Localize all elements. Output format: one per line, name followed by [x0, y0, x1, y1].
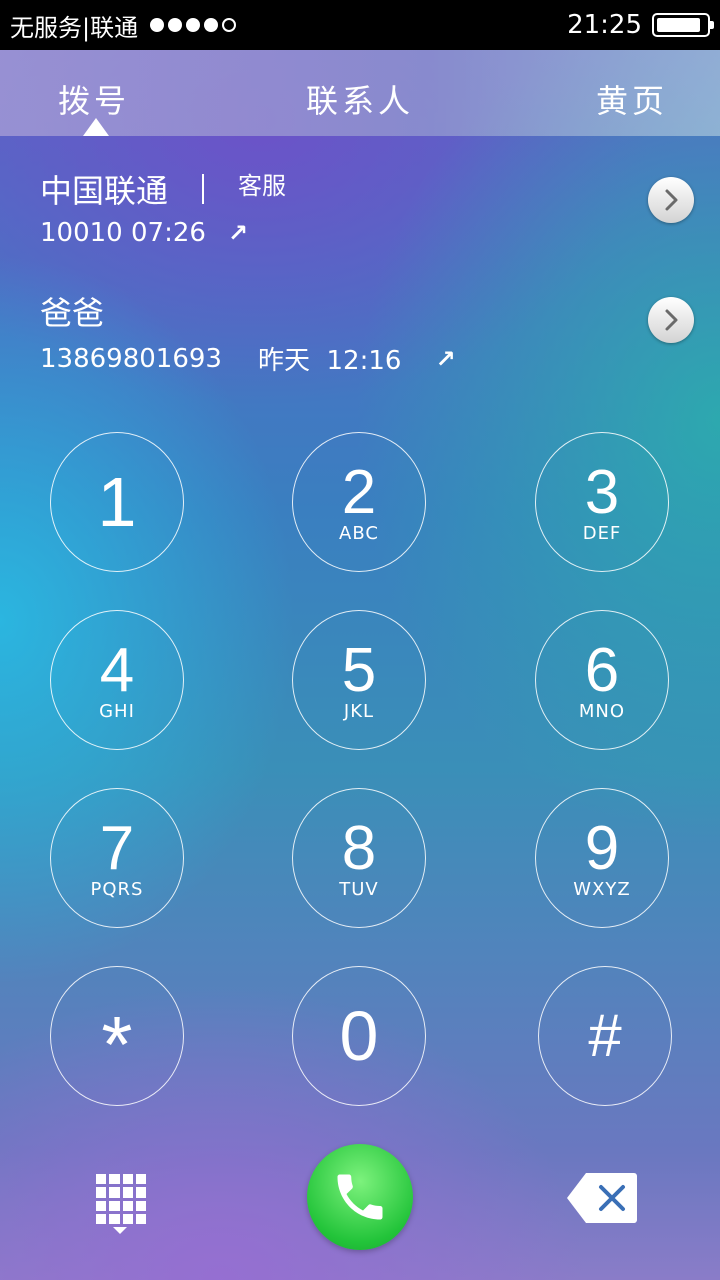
key-digit: 3	[584, 457, 620, 527]
recent-call-item[interactable]: 爸爸 13869801693 昨天 12:16 ↗	[40, 288, 700, 377]
tab-yellow-pages[interactable]: 黄页	[596, 76, 668, 122]
key-letters: DEF	[582, 522, 622, 544]
key-9[interactable]: 9 WXYZ	[535, 788, 669, 928]
key-letters: JKL	[343, 700, 375, 722]
keypad-grid-icon	[96, 1174, 146, 1224]
key-digit: #	[588, 1002, 622, 1069]
clock: 21:25	[567, 10, 642, 40]
signal-dot-icon	[168, 18, 183, 32]
recent-call-number: 10010	[40, 218, 123, 248]
key-0[interactable]: 0	[292, 966, 426, 1106]
status-bar: 无服务|联通 21:25	[0, 0, 720, 50]
key-digit: 5	[341, 635, 377, 705]
active-tab-indicator-icon	[83, 118, 109, 136]
key-digit: 9	[584, 813, 620, 883]
phone-call-icon	[337, 1174, 383, 1220]
key-letters: WXYZ	[573, 878, 631, 900]
key-3[interactable]: 3 DEF	[535, 432, 669, 572]
tab-dialer[interactable]: 拨号	[58, 76, 130, 122]
carrier-label: 无服务|联通	[10, 13, 139, 42]
key-5[interactable]: 5 JKL	[292, 610, 426, 750]
key-letters: MNO	[578, 700, 626, 722]
signal-dot-icon	[186, 18, 201, 32]
backspace-icon	[567, 1173, 637, 1223]
key-letters: TUV	[339, 878, 379, 900]
key-digit: 7	[99, 813, 135, 883]
status-left: 无服务|联通	[10, 8, 237, 43]
outgoing-arrow-icon: ↗	[435, 344, 456, 373]
key-digit: 2	[341, 457, 377, 527]
recent-call-name: 爸爸	[40, 294, 105, 332]
recent-call-item[interactable]: 中国联通 客服 10010 07:26 ↗	[40, 166, 700, 249]
key-digit: 0	[339, 997, 379, 1075]
caret-down-icon	[113, 1227, 127, 1234]
key-letters: PQRS	[90, 878, 144, 900]
divider	[202, 174, 205, 204]
key-8[interactable]: 8 TUV	[292, 788, 426, 928]
recent-call-time: 昨天 12:16	[257, 346, 402, 376]
tab-contacts[interactable]: 联系人	[306, 76, 414, 122]
battery-icon	[652, 13, 714, 37]
key-digit: 4	[99, 635, 135, 705]
signal-dot-icon	[204, 18, 219, 32]
recent-call-time: 07:26	[130, 218, 206, 248]
call-button[interactable]	[307, 1144, 413, 1250]
recent-call-name: 中国联通	[40, 172, 169, 210]
key-hash[interactable]: #	[538, 966, 672, 1106]
key-digit: 6	[584, 635, 620, 705]
key-1[interactable]: 1	[50, 432, 184, 572]
signal-dot-icon	[150, 18, 165, 32]
outgoing-arrow-icon: ↗	[227, 219, 249, 247]
chevron-right-icon	[665, 309, 678, 331]
key-7[interactable]: 7 PQRS	[50, 788, 184, 928]
signal-dot-empty-icon	[222, 18, 237, 32]
key-digit: *	[101, 1000, 133, 1089]
key-2[interactable]: 2 ABC	[292, 432, 426, 572]
recent-call-number: 13869801693	[40, 343, 222, 374]
key-letters: ABC	[339, 522, 379, 544]
chevron-right-icon	[665, 189, 678, 211]
call-details-button[interactable]	[648, 177, 694, 223]
signal-dots	[150, 18, 237, 32]
status-right: 21:25	[567, 10, 714, 40]
key-letters: GHI	[99, 700, 135, 722]
battery-fill	[657, 18, 700, 32]
recent-call-tag: 客服	[238, 171, 287, 200]
key-4[interactable]: 4 GHI	[50, 610, 184, 750]
key-digit: 8	[341, 813, 377, 883]
bottom-action-bar	[0, 1140, 720, 1280]
call-details-button[interactable]	[648, 297, 694, 343]
key-digit: 1	[97, 463, 137, 541]
key-star[interactable]: *	[50, 966, 184, 1106]
key-6[interactable]: 6 MNO	[535, 610, 669, 750]
